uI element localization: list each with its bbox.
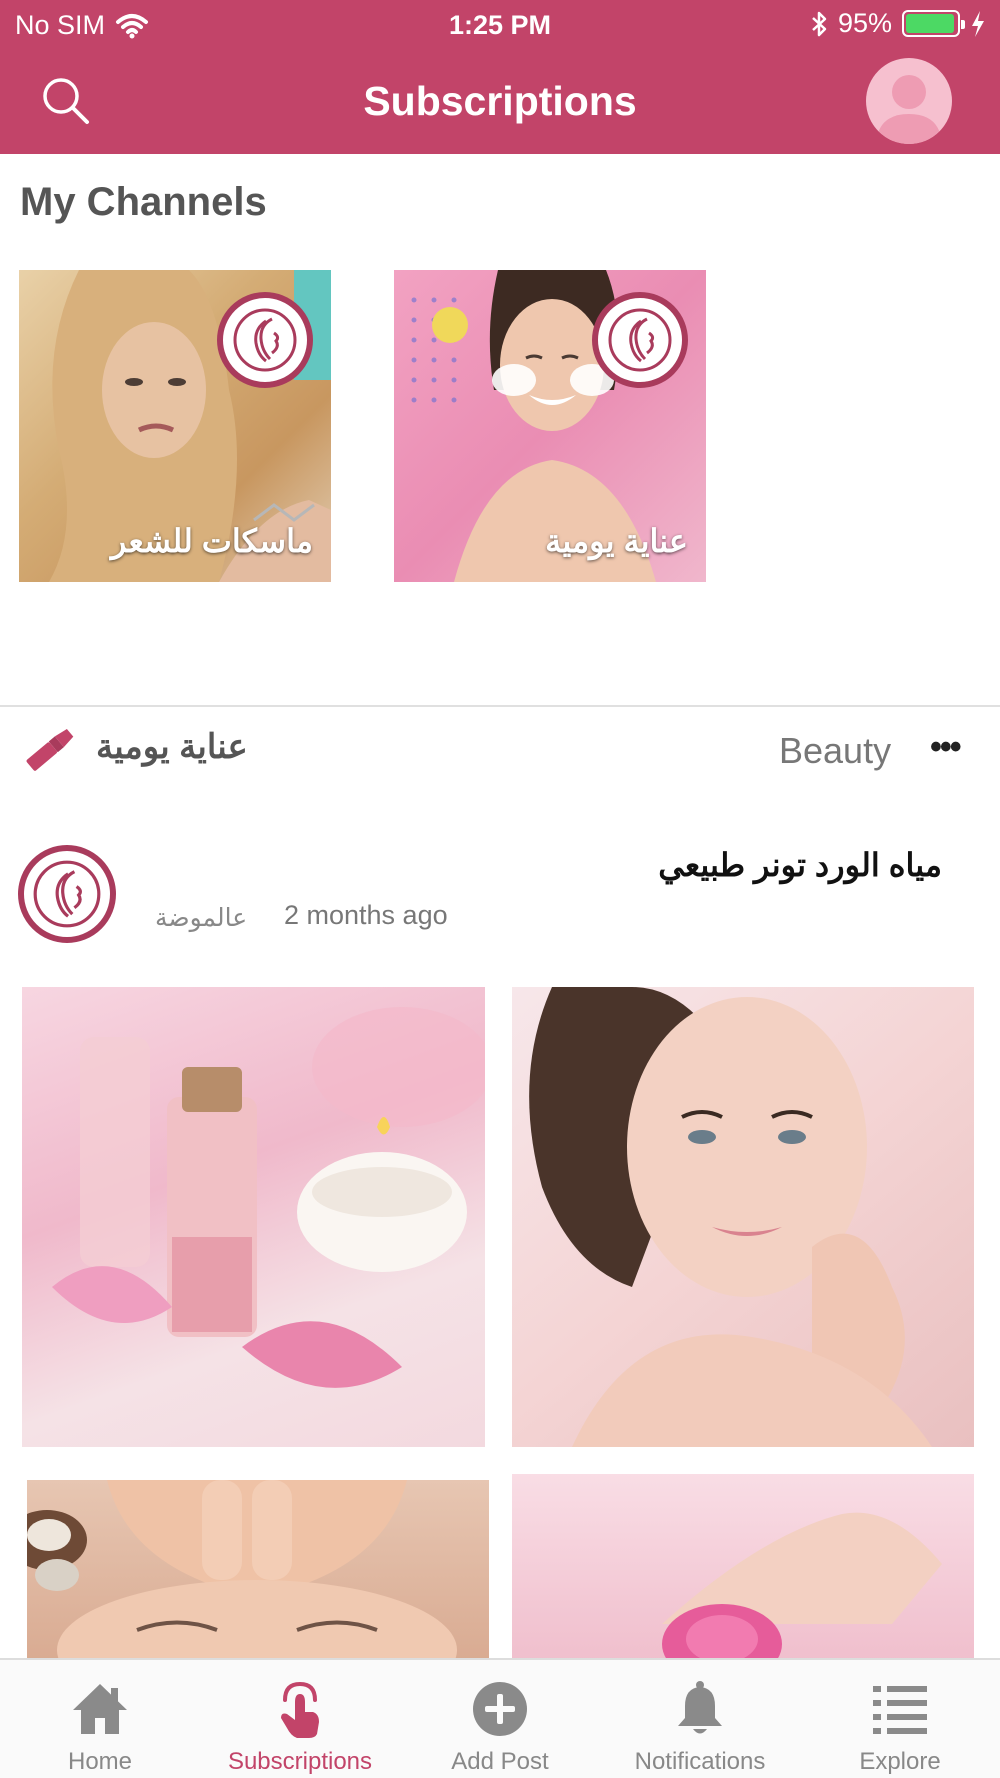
channel-logo-icon bbox=[217, 292, 313, 388]
lipstick-icon bbox=[26, 728, 74, 771]
tap-hand-icon bbox=[281, 1681, 319, 1738]
tab-notifications[interactable]: Notifications bbox=[600, 1660, 800, 1778]
post-photo-rose-hand[interactable] bbox=[512, 1474, 974, 1660]
post-category: Beauty bbox=[779, 730, 892, 771]
user-icon bbox=[876, 75, 942, 144]
page-title: Subscriptions bbox=[363, 78, 637, 124]
channel-card-daily-care[interactable]: عناية يومية bbox=[394, 270, 706, 582]
battery-level bbox=[906, 14, 954, 33]
tab-add-post[interactable]: Add Post bbox=[400, 1660, 600, 1778]
my-channels-title: My Channels bbox=[20, 180, 267, 224]
author-logo-icon bbox=[33, 860, 101, 928]
channel-logo-icon bbox=[592, 292, 688, 388]
channel-label: عناية يومية bbox=[545, 523, 688, 559]
tab-label: Notifications bbox=[634, 1748, 766, 1775]
charging-bolt-icon bbox=[972, 10, 984, 37]
tab-subscriptions[interactable]: Subscriptions bbox=[200, 1660, 400, 1778]
channel-card-hair-masks[interactable]: ماسكات للشعر bbox=[19, 270, 331, 582]
home-icon bbox=[73, 1684, 127, 1734]
status-right: 95% bbox=[810, 8, 986, 39]
tab-label: Subscriptions bbox=[227, 1748, 373, 1775]
post-timestamp: 2 months ago bbox=[284, 900, 448, 930]
tab-label: Add Post bbox=[451, 1748, 549, 1775]
battery-percent: 95% bbox=[837, 8, 892, 38]
post-photo-woman-face[interactable] bbox=[512, 987, 974, 1447]
post-author[interactable]: عالموضة bbox=[155, 903, 247, 933]
app-header: No SIM 1:25 PM 95% Subscriptions bbox=[0, 0, 1000, 154]
plus-circle-icon bbox=[473, 1682, 527, 1736]
post-photo-rose-water[interactable] bbox=[22, 987, 485, 1447]
tab-bar: Home Subscriptions Add Post Notification… bbox=[0, 1658, 1000, 1778]
post-channel-name[interactable]: عناية يومية bbox=[96, 727, 248, 767]
tab-home[interactable]: Home bbox=[0, 1660, 200, 1778]
bell-icon bbox=[678, 1681, 722, 1734]
battery-icon bbox=[902, 10, 965, 37]
author-avatar[interactable] bbox=[18, 845, 116, 943]
tab-label: Explore bbox=[859, 1748, 941, 1775]
section-divider bbox=[0, 705, 1000, 707]
post-header: عناية يومية Beauty ••• bbox=[0, 718, 1000, 778]
profile-avatar[interactable] bbox=[866, 58, 952, 144]
tab-label: Home bbox=[67, 1748, 133, 1775]
list-icon bbox=[873, 1686, 927, 1734]
post-title[interactable]: مياه الورد تونر طبيعي bbox=[658, 846, 942, 884]
status-bar: No SIM 1:25 PM 95% bbox=[0, 0, 1000, 50]
channel-label: ماسكات للشعر bbox=[110, 523, 313, 559]
more-options-button[interactable]: ••• bbox=[930, 728, 962, 767]
tab-explore[interactable]: Explore bbox=[800, 1660, 1000, 1778]
bluetooth-icon bbox=[812, 11, 827, 36]
post-photo-massage[interactable] bbox=[27, 1480, 489, 1660]
